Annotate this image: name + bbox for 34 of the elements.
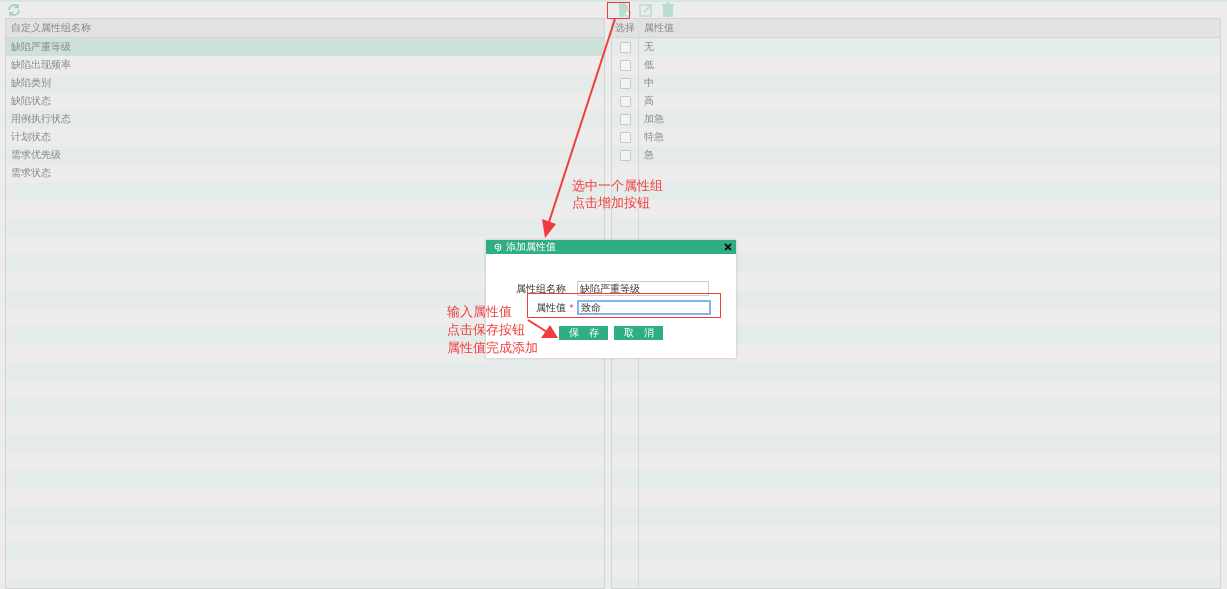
checkbox[interactable] (619, 41, 631, 53)
field-label: 属性组名称 (515, 281, 566, 296)
field-label: 属性值 (535, 300, 566, 315)
edit-icon[interactable] (638, 2, 654, 18)
table-cell-text: 急 (643, 148, 654, 162)
table-cell-text: 高 (643, 94, 654, 108)
table-cell-text: 中 (643, 76, 654, 90)
refresh-icon[interactable] (6, 2, 22, 18)
spiral-icon (492, 242, 502, 252)
add-file-icon[interactable] (616, 2, 632, 18)
column-header: 自定义属性组名称 (10, 21, 91, 35)
checkbox[interactable] (619, 149, 631, 161)
checkbox[interactable] (619, 131, 631, 143)
checkbox[interactable] (619, 95, 631, 107)
column-header: 选择 (615, 21, 635, 35)
dialog-title: 添加属性值 (506, 240, 557, 254)
list-row[interactable]: 缺陷严重等级 (6, 38, 604, 56)
trash-icon[interactable] (660, 2, 676, 18)
input-field[interactable]: 缺陷严重等级 (577, 281, 709, 296)
checkbox[interactable] (619, 113, 631, 125)
required-mark: * (568, 302, 575, 313)
table-cell-text: 加急 (643, 112, 664, 126)
table-cell-text: 无 (643, 40, 654, 54)
dialog-button[interactable]: 取 消 (614, 326, 663, 340)
table-cell-text: 特急 (643, 130, 664, 144)
checkbox[interactable] (619, 77, 631, 89)
highlight-frame (607, 2, 630, 19)
table-cell-text: 低 (643, 58, 654, 72)
dialog-button[interactable]: 保 存 (559, 326, 608, 340)
column-header: 属性值 (643, 21, 674, 35)
annotation-arrow (527, 319, 558, 338)
close-icon[interactable] (724, 243, 732, 251)
input-field[interactable]: 致命 (577, 300, 711, 315)
checkbox[interactable] (619, 59, 631, 71)
